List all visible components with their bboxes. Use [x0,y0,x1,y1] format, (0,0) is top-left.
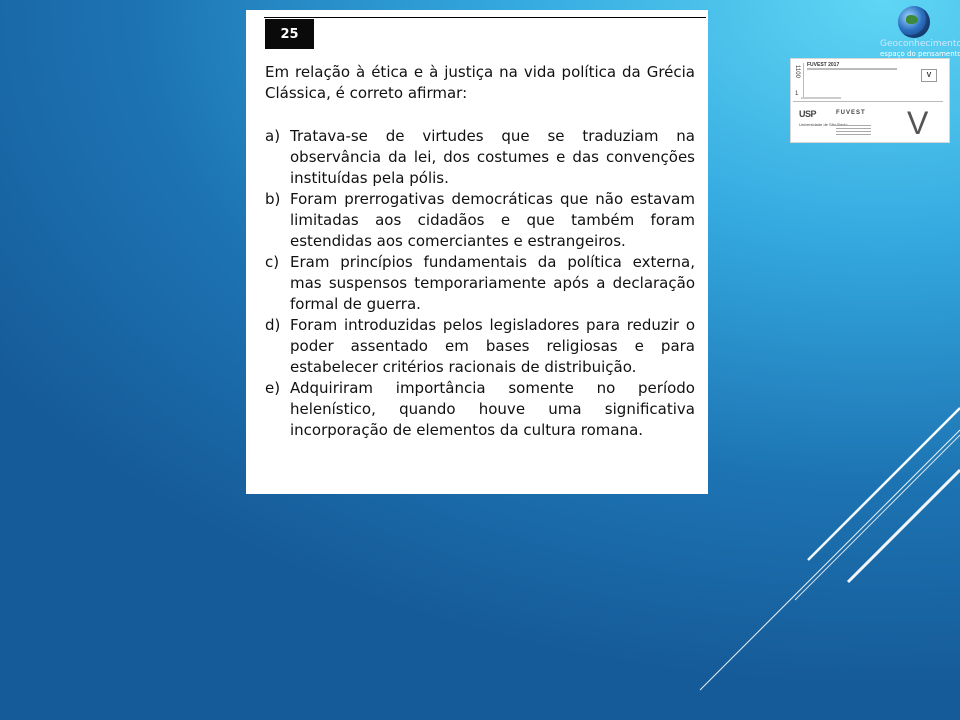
globe-icon [898,6,930,38]
option-text: Foram introduzidas pelos legisladores pa… [290,316,695,376]
option-b: b) Foram prerrogativas democráticas que … [265,189,695,252]
question-stem: Em relação à ética e à justiça na vida p… [265,63,695,102]
site-tagline: espaço do pensamento [880,50,960,58]
thumb-divider [793,101,943,102]
usp-logo: USP [799,109,817,119]
option-c: c) Eram princípios fundamentais da polít… [265,252,695,315]
thumb-divider-label [801,97,841,99]
option-letter: d) [265,316,281,334]
version-box: V [921,69,937,82]
option-a: a) Tratava-se de virtudes que se traduzi… [265,126,695,189]
exam-cover-thumbnail: 1100 1 FUVEST 2017 V USP Universidade de… [790,58,950,143]
option-text: Eram princípios fundamentais da política… [290,253,695,313]
option-text: Foram prerrogativas democráticas que não… [290,190,695,250]
answer-options: a) Tratava-se de virtudes que se traduzi… [265,126,695,441]
option-letter: b) [265,190,281,208]
option-letter: a) [265,127,281,145]
option-text: Tratava-se de virtudes que se traduziam … [290,127,695,187]
site-name: Geoconhecimento.com [880,39,960,49]
thumb-text-lines [836,125,871,135]
site-logo: Geoconhecimento.com espaço do pensamento [880,6,960,58]
question-card: 25 Em relação à ética e à justiça na vid… [246,10,708,494]
option-e: e) Adquiriram importância somente no per… [265,378,695,441]
question-number: 25 [265,19,314,49]
exam-code: 1100 1 [793,63,804,99]
version-letter: V [907,105,929,141]
option-text: Adquiriram importância somente no períod… [290,379,695,439]
option-d: d) Foram introduzidas pelos legisladores… [265,315,695,378]
option-letter: e) [265,379,281,397]
fuvest-logo: FUVEST [836,110,866,116]
exam-subtitle-line [807,68,897,70]
option-letter: c) [265,253,280,271]
header-rule [264,17,706,18]
